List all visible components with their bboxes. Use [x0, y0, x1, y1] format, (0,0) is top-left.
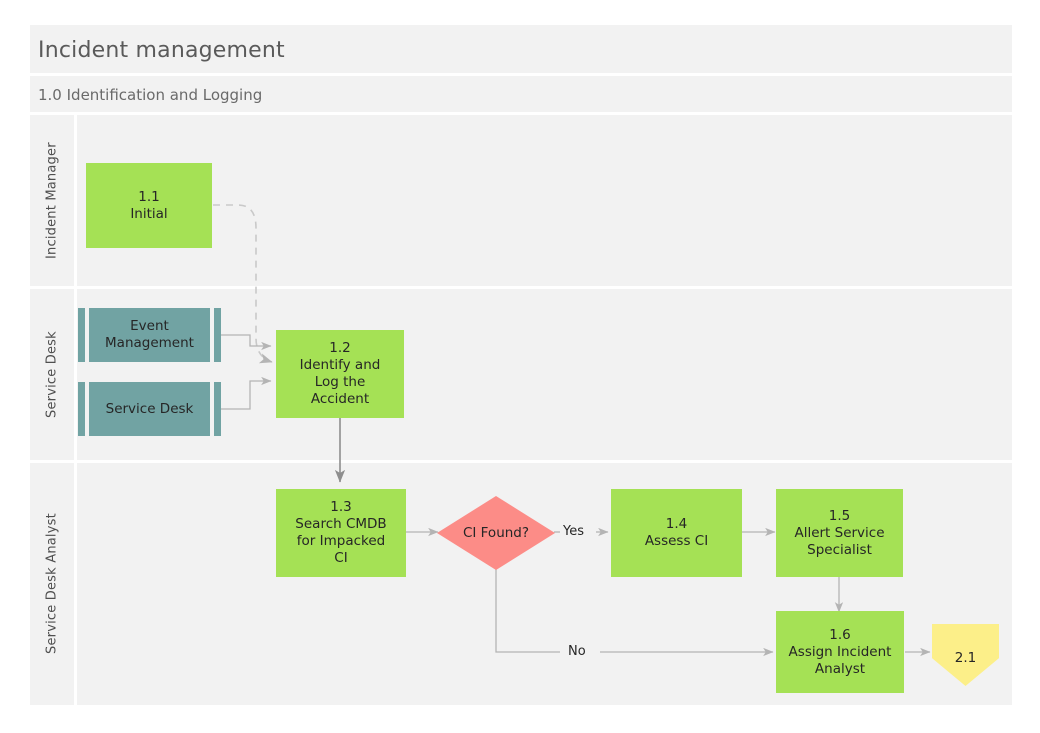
node-1-2-identify-and-log[interactable]: 1.2 Identify and Log the Accident [276, 330, 404, 418]
node-1-6-number: 1.6 [829, 626, 851, 643]
node-decision-label: CI Found? [462, 525, 530, 541]
edge-label-no: No [568, 644, 586, 659]
edge-label-yes: Yes [563, 524, 584, 539]
node-1-5-label-line2: Specialist [807, 541, 872, 558]
node-event-management-label-line1: Event [130, 318, 169, 334]
node-1-1-number: 1.1 [138, 188, 160, 205]
node-service-desk[interactable]: Service Desk [78, 382, 221, 436]
node-1-2-number: 1.2 [329, 340, 351, 356]
node-event-management[interactable]: Event Management [78, 308, 221, 362]
node-1-3-label-line3: CI [334, 550, 348, 566]
node-1-1-label: Initial [130, 205, 168, 222]
node-1-2-label-line1: Identify and [299, 357, 381, 373]
node-1-5-number: 1.5 [828, 507, 851, 524]
node-1-2-label-line3: Accident [310, 391, 370, 407]
phase-label: 1.0 Identification and Logging [38, 86, 263, 104]
page-title: Incident management [38, 38, 285, 63]
node-1-4-number: 1.4 [665, 516, 688, 532]
node-service-desk-label: Service Desk [105, 400, 194, 417]
node-1-6-assign-incident-analyst[interactable]: 1.6 Assign Incident Analyst [776, 611, 904, 693]
lane-header-incident-manager: Incident Manager [30, 115, 74, 286]
node-1-6-label-line2: Analyst [814, 660, 866, 677]
node-1-6-label-line1: Assign Incident [788, 643, 892, 660]
node-1-2-label-line2: Log the [314, 374, 366, 390]
node-1-3-label-line2: for Impacked [296, 533, 386, 549]
node-1-5-alert-service-specialist[interactable]: 1.5 Allert Service Specialist [776, 489, 903, 577]
diagram-canvas: Incident management 1.0 Identification a… [0, 0, 1040, 733]
node-1-3-search-cmdb[interactable]: 1.3 Search CMDB for Impacked CI [276, 489, 406, 577]
node-2-1-number: 2.1 [954, 650, 977, 666]
lane-label-service-desk-analyst: Service Desk Analyst [44, 513, 60, 655]
node-1-4-label-line1: Assess CI [644, 533, 709, 549]
lane-label-incident-manager: Incident Manager [44, 142, 60, 259]
lane-header-service-desk: Service Desk [30, 289, 74, 460]
node-1-4-assess-ci[interactable]: 1.4 Assess CI [611, 489, 742, 577]
node-1-5-label-line1: Allert Service [794, 524, 885, 541]
lane-label-service-desk: Service Desk [44, 331, 60, 418]
node-decision-ci-found[interactable]: CI Found? [437, 496, 555, 570]
lane-body-incident-manager [77, 115, 1012, 286]
node-1-1-initial[interactable]: 1.1 Initial [86, 163, 212, 248]
node-1-3-number: 1.3 [330, 499, 352, 515]
node-event-management-label-line2: Management [105, 335, 194, 351]
lane-header-service-desk-analyst: Service Desk Analyst [30, 463, 74, 705]
node-1-3-label-line1: Search CMDB [295, 516, 387, 532]
